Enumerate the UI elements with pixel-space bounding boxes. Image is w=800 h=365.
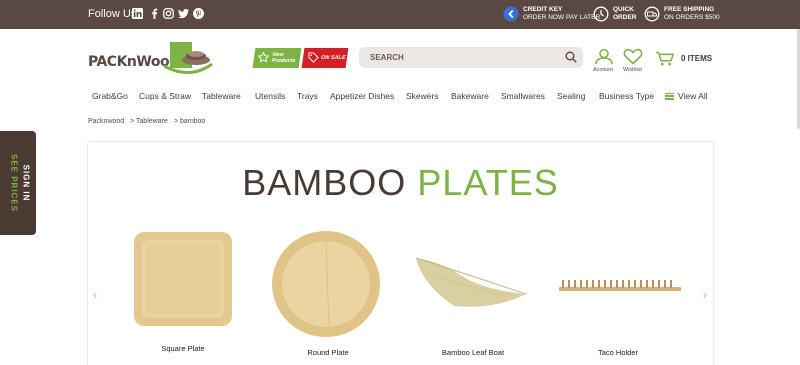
search-bar[interactable]: SEARCH bbox=[359, 47, 583, 68]
nav-item-sealing[interactable]: Sealing bbox=[557, 91, 585, 101]
title-word-plates: PLATES bbox=[417, 162, 559, 203]
free-shipping-subtitle: ON ORDERS $500 bbox=[664, 14, 720, 21]
nav-item-grab-go[interactable]: Grab&Go bbox=[92, 91, 128, 101]
product-label-round-plate[interactable]: Round Plate bbox=[268, 348, 388, 357]
nav-item-smallwares[interactable]: Smallwares bbox=[501, 91, 545, 101]
search-input[interactable]: SEARCH bbox=[370, 53, 404, 62]
instagram-icon[interactable] bbox=[163, 8, 174, 19]
nav-item-trays[interactable]: Trays bbox=[297, 91, 318, 101]
new-products-label: New Products bbox=[271, 52, 296, 64]
wishlist-label[interactable]: Wishlist bbox=[623, 67, 642, 73]
wishlist-heart-icon[interactable] bbox=[623, 48, 643, 65]
nav-item-tableware[interactable]: Tableware bbox=[202, 91, 241, 101]
pinterest-icon[interactable] bbox=[193, 8, 204, 19]
account-icon[interactable] bbox=[594, 48, 614, 65]
sale-tag-icon bbox=[308, 52, 319, 63]
account-label[interactable]: Account bbox=[593, 67, 613, 73]
taco-holder-image[interactable] bbox=[558, 276, 682, 294]
round-plate-image[interactable] bbox=[271, 230, 381, 338]
on-sale-label: ON SALE bbox=[320, 55, 346, 61]
cart-icon[interactable] bbox=[655, 50, 675, 67]
cart-items-count[interactable]: 0 ITEMS bbox=[681, 54, 712, 63]
search-icon[interactable] bbox=[565, 51, 577, 63]
see-prices-label: SEE PRICES bbox=[9, 153, 19, 213]
product-label-square-plate[interactable]: Square Plate bbox=[123, 344, 243, 353]
credit-key-promo[interactable]: CREDIT KEY ORDER NOW PAY LATER bbox=[503, 6, 600, 22]
quick-order-promo[interactable]: QUICK ORDER bbox=[593, 6, 636, 22]
view-all-label: View All bbox=[678, 91, 708, 101]
nav-item-cups-straw[interactable]: Cups & Straw bbox=[139, 91, 191, 101]
nav-item-appetizer-dishes[interactable]: Appetizer Dishes bbox=[330, 91, 394, 101]
star-icon bbox=[258, 52, 269, 63]
view-all-link[interactable]: View All bbox=[665, 91, 708, 101]
leaf-boat-image[interactable] bbox=[414, 254, 529, 312]
follow-us-label: Follow Us bbox=[88, 8, 137, 20]
credit-key-title: CREDIT KEY bbox=[523, 6, 563, 13]
linkedin-icon[interactable] bbox=[132, 8, 143, 19]
quick-order-icon bbox=[593, 6, 609, 22]
facebook-icon[interactable] bbox=[149, 8, 160, 19]
logo-bowl-graphic bbox=[163, 42, 213, 74]
breadcrumb-tableware[interactable]: > Tableware bbox=[130, 118, 168, 125]
product-carousel-panel: BAMBOO PLATES ‹ › Square Plate Round Pla… bbox=[87, 141, 714, 365]
breadcrumb-current: > bamboo bbox=[174, 118, 206, 125]
nav-item-business-type[interactable]: Business Type bbox=[599, 91, 654, 101]
quick-order-title: QUICK bbox=[613, 6, 634, 13]
sign-in-label: SIGN IN bbox=[21, 164, 31, 202]
carousel-next-arrow[interactable]: › bbox=[703, 287, 707, 302]
top-bar: Follow Us CREDIT KEY ORDER NOW PAY LATER … bbox=[0, 0, 800, 29]
title-word-bamboo: BAMBOO bbox=[242, 162, 407, 203]
menu-icon bbox=[665, 92, 674, 100]
page-title: BAMBOO PLATES bbox=[88, 162, 713, 204]
breadcrumb-home[interactable]: Packnwood bbox=[88, 118, 124, 125]
product-label-leaf-boat[interactable]: Bamboo Leaf Boat bbox=[413, 348, 533, 357]
carousel-prev-arrow[interactable]: ‹ bbox=[93, 287, 97, 302]
free-shipping-promo[interactable]: FREE SHIPPING ON ORDERS $500 bbox=[644, 6, 720, 22]
quick-order-subtitle: ORDER bbox=[613, 14, 637, 21]
nav-item-skewers[interactable]: Skewers bbox=[406, 91, 439, 101]
credit-key-subtitle: ORDER NOW PAY LATER bbox=[523, 14, 601, 21]
square-plate-image[interactable] bbox=[132, 230, 234, 328]
nav-item-utensils[interactable]: Utensils bbox=[255, 91, 285, 101]
twitter-icon[interactable] bbox=[178, 8, 189, 19]
free-shipping-icon bbox=[644, 6, 660, 22]
product-label-taco-holder[interactable]: Taco Holder bbox=[558, 348, 678, 357]
site-logo[interactable]: PACKnWood bbox=[88, 42, 218, 80]
credit-key-icon bbox=[503, 6, 519, 22]
free-shipping-title: FREE SHIPPING bbox=[664, 6, 715, 13]
nav-item-bakeware[interactable]: Bakeware bbox=[451, 91, 489, 101]
see-prices-sign-in-tab[interactable]: SEE PRICES SIGN IN bbox=[0, 131, 36, 235]
